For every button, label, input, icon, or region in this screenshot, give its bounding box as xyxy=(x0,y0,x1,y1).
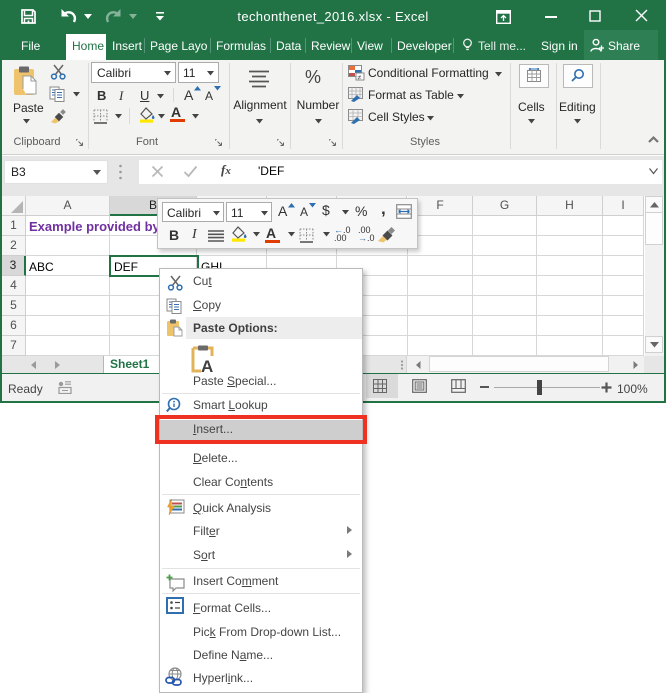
svg-text:≠: ≠ xyxy=(358,75,362,82)
